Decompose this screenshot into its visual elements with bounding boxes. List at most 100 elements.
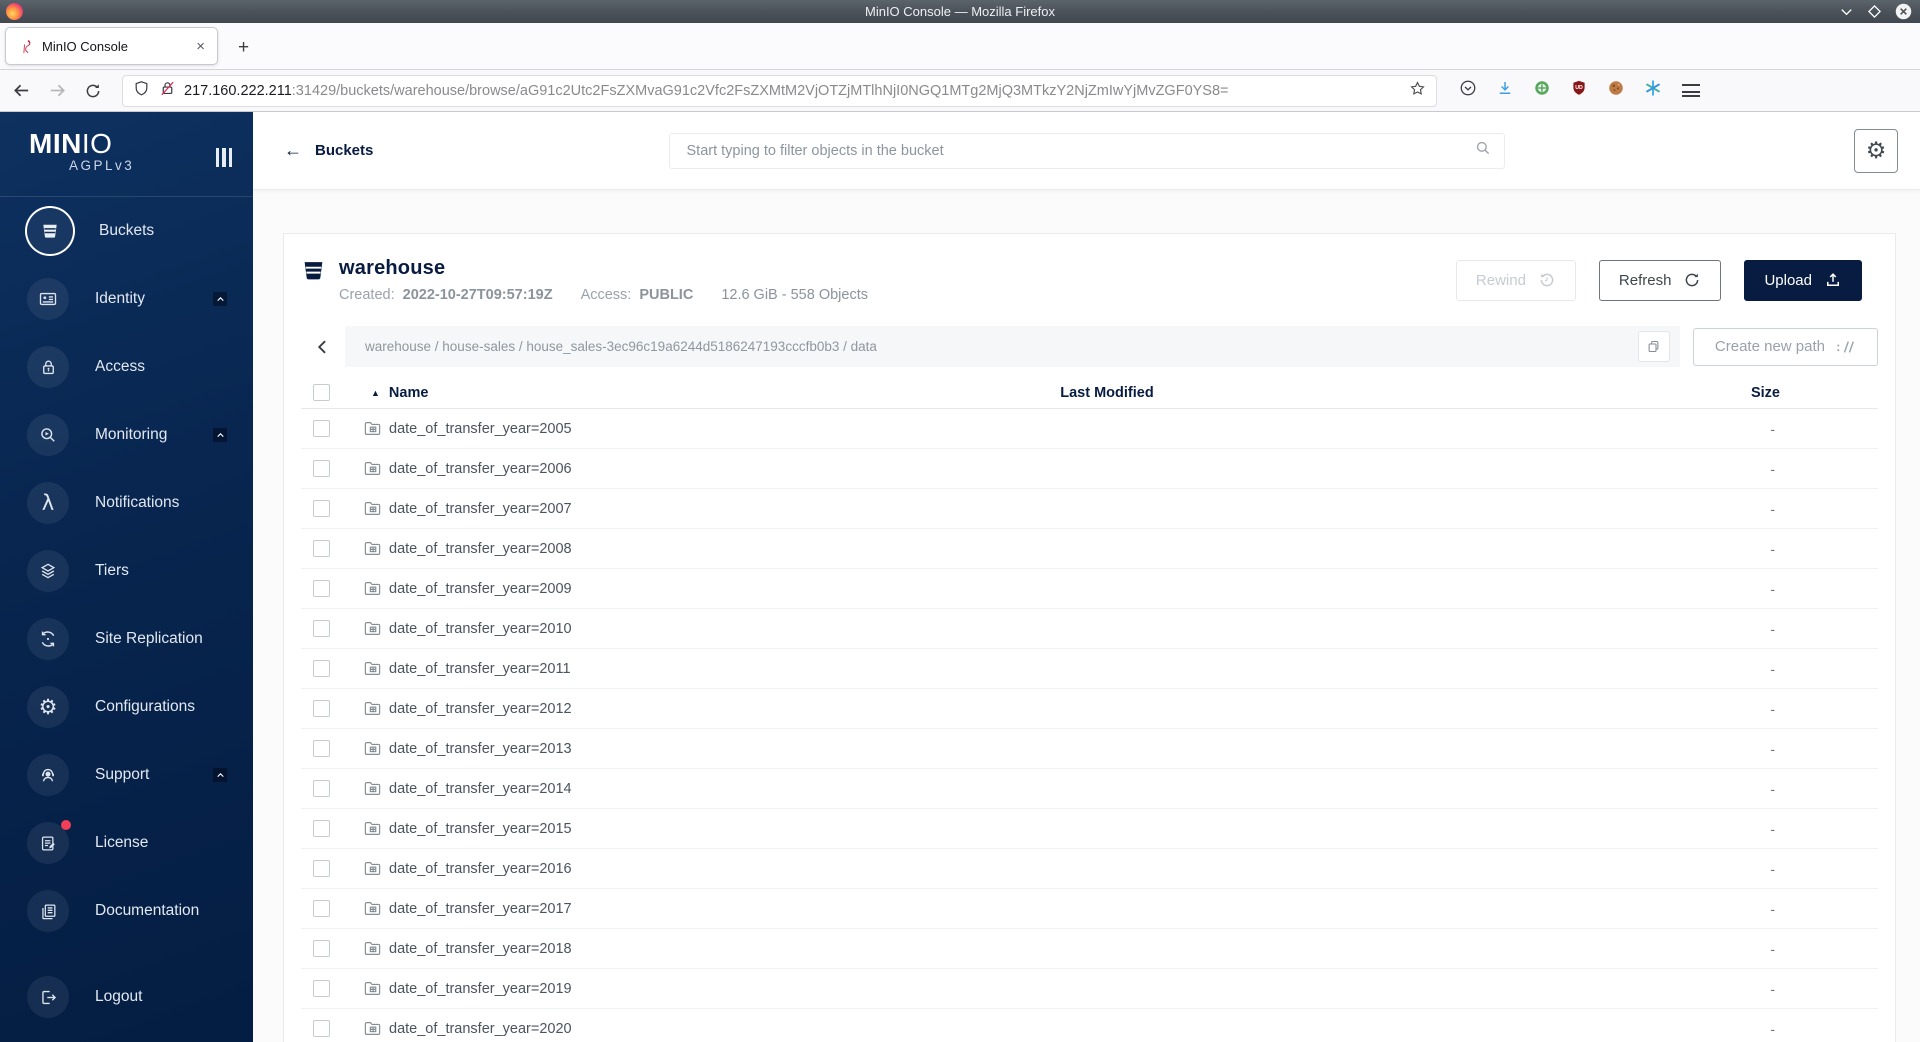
- table-row[interactable]: date_of_transfer_year=2007 -: [301, 489, 1878, 529]
- table-row[interactable]: date_of_transfer_year=2010 -: [301, 609, 1878, 649]
- column-name[interactable]: ▲ Name: [371, 385, 827, 401]
- object-name: date_of_transfer_year=2017: [389, 900, 572, 917]
- sidebar-item-logout[interactable]: Logout: [0, 963, 253, 1031]
- pocket-icon[interactable]: [1459, 79, 1477, 102]
- row-checkbox[interactable]: [313, 779, 330, 797]
- refresh-button[interactable]: Refresh: [1598, 259, 1722, 301]
- access-value[interactable]: PUBLIC: [639, 287, 693, 303]
- extension-green-icon[interactable]: [1533, 79, 1551, 102]
- shield-icon[interactable]: [133, 80, 150, 102]
- download-icon[interactable]: [1496, 79, 1514, 102]
- table-row[interactable]: date_of_transfer_year=2018 -: [301, 929, 1878, 969]
- table-row[interactable]: date_of_transfer_year=2006 -: [301, 449, 1878, 489]
- sidebar-item-notifications[interactable]: λ Notifications: [0, 469, 253, 537]
- create-new-path-button[interactable]: Create new path: [1692, 327, 1878, 366]
- url-text[interactable]: 217.160.222.211:31429/buckets/warehouse/…: [184, 83, 1409, 99]
- row-checkbox[interactable]: [313, 979, 330, 997]
- maximize-icon[interactable]: [1867, 4, 1882, 19]
- folder-icon: [364, 822, 381, 835]
- table-row[interactable]: date_of_transfer_year=2011 -: [301, 649, 1878, 689]
- copy-path-button[interactable]: [1637, 331, 1670, 362]
- table-row[interactable]: date_of_transfer_year=2015 -: [301, 809, 1878, 849]
- table-row[interactable]: date_of_transfer_year=2019 -: [301, 969, 1878, 1009]
- back-button[interactable]: [6, 76, 36, 106]
- tab-close-icon[interactable]: ×: [192, 38, 209, 55]
- sidebar-item-access[interactable]: Access: [0, 333, 253, 401]
- row-checkbox[interactable]: [313, 459, 330, 477]
- search-input[interactable]: [686, 142, 1474, 159]
- row-checkbox[interactable]: [313, 859, 330, 877]
- row-checkbox[interactable]: [313, 539, 330, 557]
- sidebar-item-buckets[interactable]: Buckets: [0, 197, 253, 265]
- folder-icon: [364, 982, 381, 995]
- column-last-modified[interactable]: Last Modified: [827, 385, 1387, 401]
- row-checkbox[interactable]: [313, 619, 330, 637]
- ublock-icon[interactable]: UD: [1570, 79, 1588, 102]
- table-row[interactable]: date_of_transfer_year=2012 -: [301, 689, 1878, 729]
- column-size[interactable]: Size: [1387, 385, 1878, 401]
- minimize-icon[interactable]: [1839, 4, 1854, 19]
- forward-button[interactable]: [42, 76, 72, 106]
- select-all-checkbox[interactable]: [313, 384, 330, 401]
- object-size: -: [1770, 980, 1775, 997]
- row-checkbox[interactable]: [313, 579, 330, 597]
- table-row[interactable]: date_of_transfer_year=2014 -: [301, 769, 1878, 809]
- row-checkbox[interactable]: [313, 739, 330, 757]
- menu-icon[interactable]: [1682, 84, 1700, 97]
- sidebar-item-monitoring[interactable]: Monitoring: [0, 401, 253, 469]
- back-to-buckets[interactable]: ← Buckets: [284, 140, 373, 161]
- row-checkbox[interactable]: [313, 699, 330, 717]
- row-checkbox[interactable]: [313, 939, 330, 957]
- search-icon: [1474, 139, 1492, 162]
- close-icon[interactable]: [1895, 3, 1912, 20]
- table-row[interactable]: date_of_transfer_year=2020 -: [301, 1009, 1878, 1042]
- documentation-icon: [27, 890, 69, 932]
- cookie-icon[interactable]: [1607, 79, 1625, 102]
- object-name: date_of_transfer_year=2011: [389, 660, 571, 677]
- chevron-up-icon[interactable]: [213, 768, 227, 782]
- reload-button[interactable]: [78, 76, 108, 106]
- url-bar[interactable]: 217.160.222.211:31429/buckets/warehouse/…: [122, 74, 1437, 107]
- bucket-browser-card: warehouse Created: 2022-10-27T09:57:19Z …: [283, 233, 1896, 1042]
- url-path: :31429/buckets/warehouse/browse/aG91c2Ut…: [291, 82, 1229, 99]
- sidebar-item-support[interactable]: Support: [0, 741, 253, 809]
- row-checkbox[interactable]: [313, 419, 330, 437]
- sidebar-item-identity[interactable]: Identity: [0, 265, 253, 333]
- sidebar-item-configurations[interactable]: ⚙ Configurations: [0, 673, 253, 741]
- table-row[interactable]: date_of_transfer_year=2013 -: [301, 729, 1878, 769]
- lock-disabled-icon[interactable]: [159, 80, 176, 102]
- table-row[interactable]: date_of_transfer_year=2016 -: [301, 849, 1878, 889]
- sidebar-item-tiers[interactable]: Tiers: [0, 537, 253, 605]
- sidebar-item-documentation[interactable]: Documentation: [0, 877, 253, 945]
- table-row[interactable]: date_of_transfer_year=2009 -: [301, 569, 1878, 609]
- bookmark-star-icon[interactable]: [1409, 80, 1426, 102]
- row-checkbox[interactable]: [313, 819, 330, 837]
- chevron-up-icon[interactable]: [213, 292, 227, 306]
- path-back-button[interactable]: [301, 326, 345, 367]
- rewind-button[interactable]: Rewind: [1455, 259, 1576, 301]
- row-checkbox[interactable]: [313, 659, 330, 677]
- breadcrumb-path[interactable]: warehouse / house-sales / house_sales-3e…: [365, 339, 877, 354]
- sidebar-item-label: Site Replication: [95, 630, 203, 647]
- sidebar-item-license[interactable]: License: [0, 809, 253, 877]
- settings-gear-button[interactable]: ⚙: [1854, 128, 1898, 173]
- object-name: date_of_transfer_year=2016: [389, 860, 572, 877]
- row-checkbox[interactable]: [313, 1019, 330, 1037]
- new-tab-button[interactable]: +: [232, 37, 255, 59]
- extension-asterisk-icon[interactable]: [1644, 79, 1662, 102]
- firefox-window: MinIO Console — Mozilla Firefox MinIO Co…: [0, 0, 1920, 1042]
- folder-icon: [364, 942, 381, 955]
- row-checkbox[interactable]: [313, 499, 330, 517]
- chevron-up-icon[interactable]: [213, 428, 227, 442]
- collapse-sidebar-icon[interactable]: [216, 148, 232, 167]
- upload-button[interactable]: Upload: [1744, 259, 1862, 301]
- folder-icon: [364, 422, 381, 435]
- row-checkbox[interactable]: [313, 899, 330, 917]
- object-name: date_of_transfer_year=2020: [389, 1020, 572, 1037]
- sidebar-item-site-replication[interactable]: Site Replication: [0, 605, 253, 673]
- object-name: date_of_transfer_year=2006: [389, 460, 572, 477]
- table-row[interactable]: date_of_transfer_year=2008 -: [301, 529, 1878, 569]
- table-row[interactable]: date_of_transfer_year=2005 -: [301, 409, 1878, 449]
- tab-minio-console[interactable]: MinIO Console ×: [5, 27, 218, 65]
- table-row[interactable]: date_of_transfer_year=2017 -: [301, 889, 1878, 929]
